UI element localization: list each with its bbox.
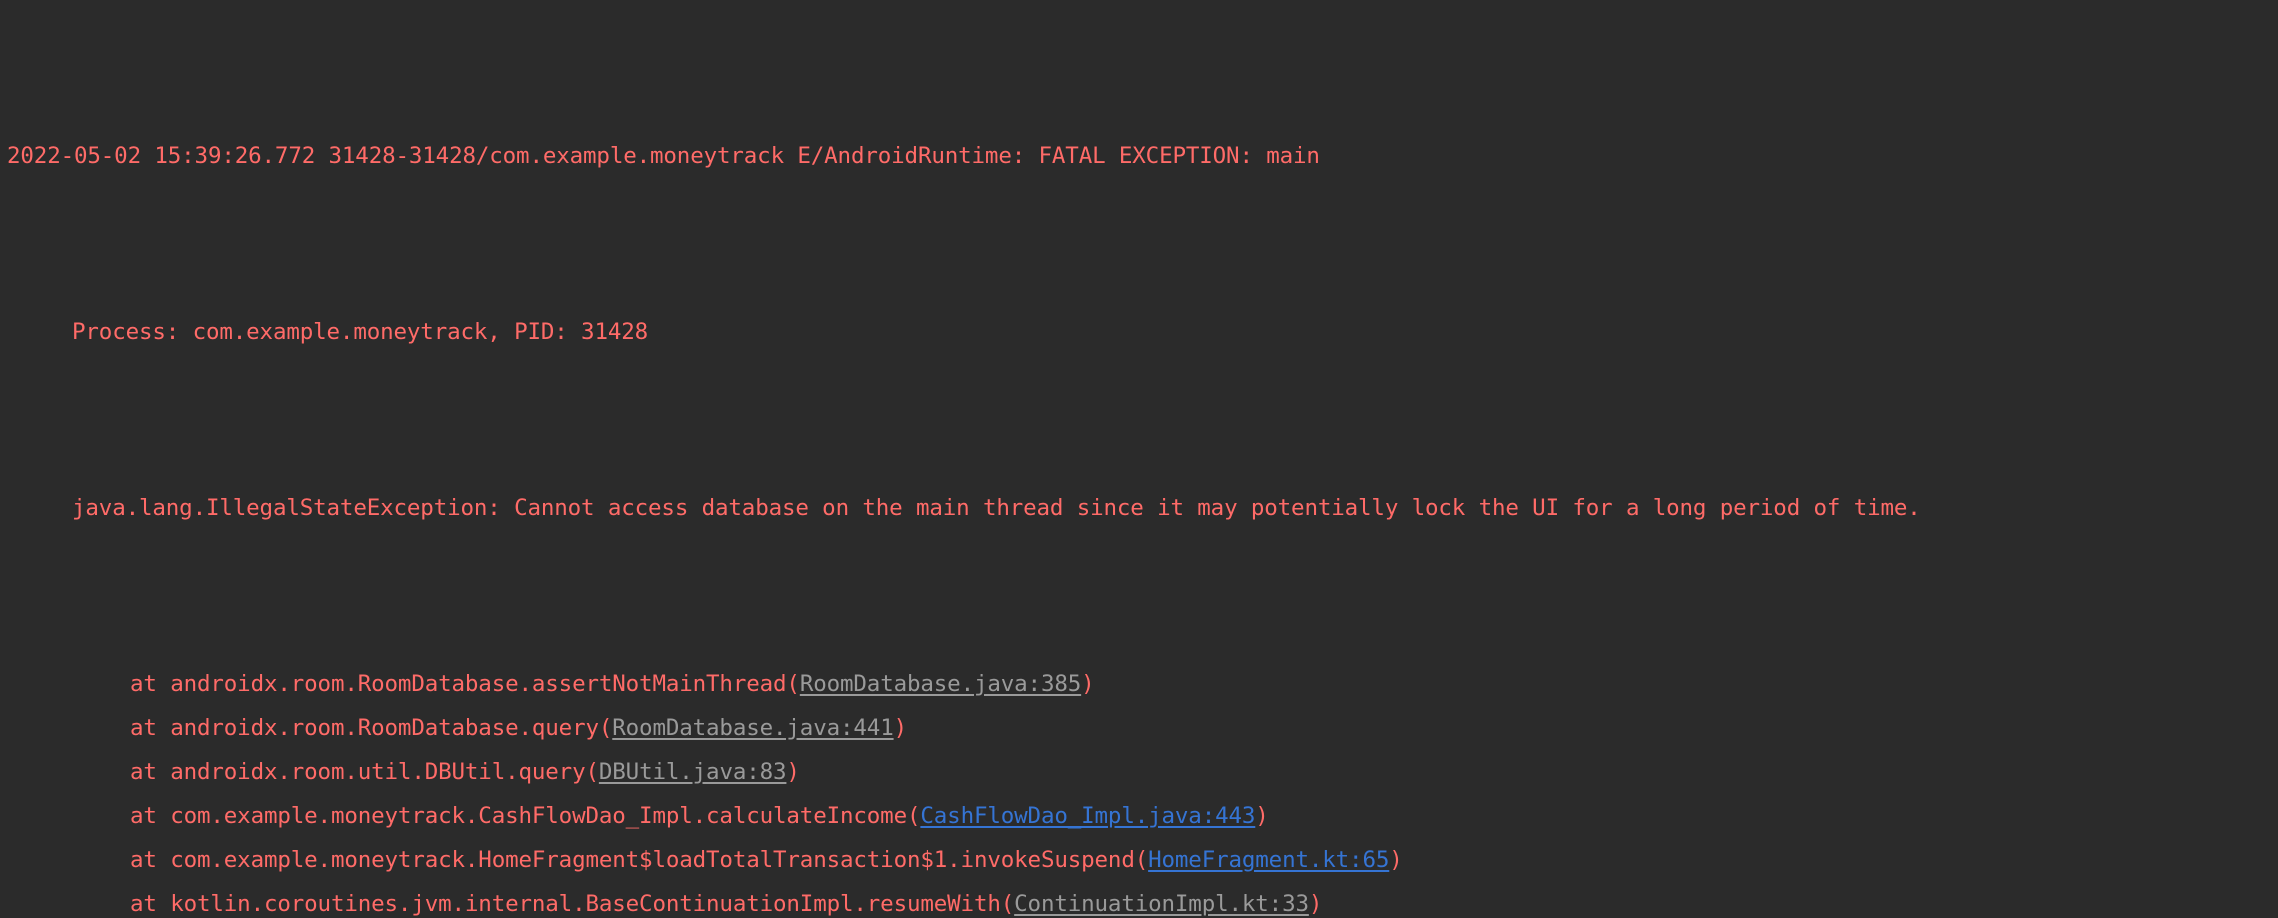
exception-line: java.lang.IllegalStateException: Cannot …	[72, 495, 1921, 521]
stack-frame-method: at androidx.room.util.DBUtil.query(	[130, 759, 599, 785]
stack-frame-source-link[interactable]: HomeFragment.kt:65	[1148, 847, 1389, 873]
stack-frame-line: at androidx.room.util.DBUtil.query(DBUti…	[0, 750, 2278, 794]
stack-frame-close-paren: )	[786, 759, 800, 785]
stack-frame-method: at com.example.moneytrack.HomeFragment$l…	[130, 847, 1149, 873]
process-line: Process: com.example.moneytrack, PID: 31…	[72, 319, 649, 345]
stack-frame-method: at androidx.room.RoomDatabase.assertNotM…	[130, 671, 800, 697]
stack-frame-line: at com.example.moneytrack.CashFlowDao_Im…	[0, 794, 2278, 838]
stack-frame-close-paren: )	[893, 715, 908, 741]
stack-frame-method: at androidx.room.RoomDatabase.query(	[130, 715, 613, 741]
stack-frame-close-paren: )	[1389, 847, 1403, 873]
stack-frame-source-link[interactable]: DBUtil.java:83	[599, 759, 787, 785]
stack-frame-source-link[interactable]: CashFlowDao_Impl.java:443	[920, 803, 1255, 829]
stack-frame-line: at kotlin.coroutines.jvm.internal.BaseCo…	[0, 882, 2278, 918]
stack-frame-method: at com.example.moneytrack.CashFlowDao_Im…	[130, 803, 921, 829]
stack-frame-source-link[interactable]: RoomDatabase.java:385	[800, 671, 1081, 697]
stack-frame-method: at kotlin.coroutines.jvm.internal.BaseCo…	[130, 891, 1015, 917]
stack-frame-line: at androidx.room.RoomDatabase.query(Room…	[0, 706, 2278, 750]
logcat-header-line: 2022-05-02 15:39:26.772 31428-31428/com.…	[7, 143, 1320, 169]
stack-frame-close-paren: )	[1308, 891, 1323, 917]
logcat-console[interactable]: 2022-05-02 15:39:26.772 31428-31428/com.…	[0, 0, 2278, 918]
stack-frame-source-link[interactable]: ContinuationImpl.kt:33	[1014, 891, 1309, 917]
stack-frame-line: at com.example.moneytrack.HomeFragment$l…	[0, 838, 2278, 882]
stack-frame-source-link[interactable]: RoomDatabase.java:441	[612, 715, 893, 741]
stack-frame-line: at androidx.room.RoomDatabase.assertNotM…	[0, 662, 2278, 706]
stack-frame-close-paren: )	[1255, 803, 1269, 829]
stack-trace: at androidx.room.RoomDatabase.assertNotM…	[0, 662, 2278, 918]
stack-frame-close-paren: )	[1081, 671, 1095, 697]
